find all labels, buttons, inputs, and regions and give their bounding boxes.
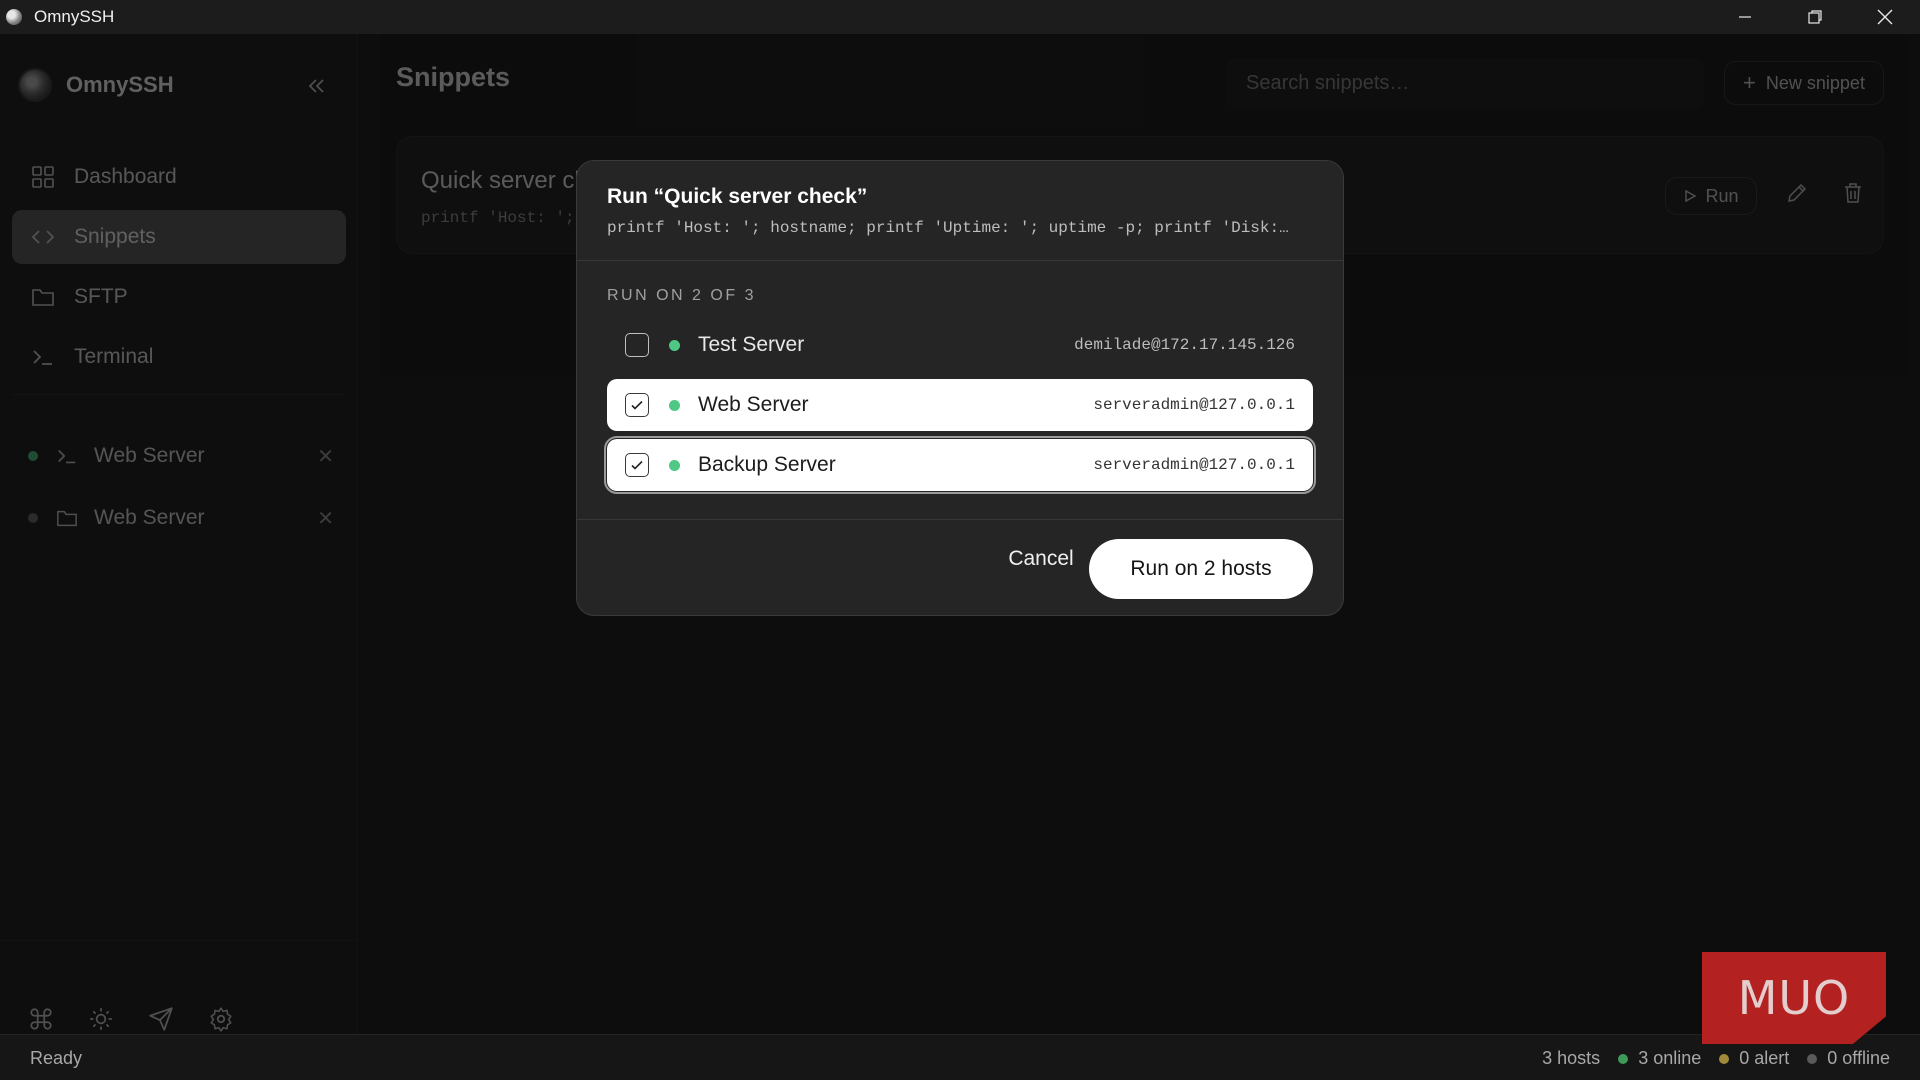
title-bar: OmnySSH: [0, 0, 1920, 34]
run-snippet-dialog: Run “Quick server check” printf 'Host: '…: [576, 160, 1344, 616]
restore-icon: [1808, 10, 1822, 24]
host-status-dot: [669, 459, 680, 471]
minimize-button[interactable]: [1710, 0, 1780, 34]
host-status-dot: [669, 339, 680, 351]
host-name: Web Server: [698, 393, 809, 416]
run-on-hosts-button[interactable]: Run on 2 hosts: [1089, 539, 1313, 599]
check-icon: [631, 460, 643, 470]
status-bar: Ready 3 hosts 3 online 0 alert 0 offline: [0, 1034, 1920, 1080]
host-name: Backup Server: [698, 453, 836, 476]
host-checkbox[interactable]: [625, 453, 649, 477]
window-title: OmnySSH: [34, 7, 115, 26]
dialog-command: printf 'Host: '; hostname; printf 'Uptim…: [607, 219, 1289, 237]
host-address: demilade@172.17.145.126: [1074, 336, 1295, 354]
host-name: Test Server: [698, 333, 805, 356]
dialog-title: Run “Quick server check”: [607, 185, 868, 208]
dialog-divider: [577, 260, 1343, 261]
minimize-icon: [1739, 16, 1751, 18]
alert-count: 0 alert: [1719, 1048, 1789, 1069]
app-icon: [6, 9, 22, 25]
host-selection-label: RUN ON 2 OF 3: [607, 287, 756, 304]
muo-watermark-logo: MUO: [1702, 952, 1886, 1044]
host-option-test-server[interactable]: Test Server demilade@172.17.145.126: [607, 319, 1313, 371]
watermark-text: MUO: [1737, 971, 1851, 1025]
online-count: 3 online: [1618, 1048, 1701, 1069]
host-address: serveradmin@127.0.0.1: [1093, 456, 1295, 474]
restore-button[interactable]: [1780, 0, 1850, 34]
close-icon: [1877, 9, 1893, 25]
host-option-backup-server[interactable]: Backup Server serveradmin@127.0.0.1: [604, 436, 1316, 494]
cancel-button[interactable]: Cancel: [981, 537, 1101, 581]
host-status-dot: [669, 399, 680, 411]
window-controls: [1710, 0, 1920, 34]
check-icon: [631, 400, 643, 410]
online-dot: [1618, 1053, 1629, 1064]
dialog-footer-divider: [577, 519, 1343, 520]
host-address: serveradmin@127.0.0.1: [1093, 396, 1295, 414]
host-option-web-server[interactable]: Web Server serveradmin@127.0.0.1: [607, 379, 1313, 431]
host-stats: 3 hosts 3 online 0 alert 0 offline: [1524, 1048, 1890, 1069]
host-checkbox[interactable]: [625, 393, 649, 417]
hosts-count: 3 hosts: [1542, 1048, 1601, 1068]
status-text: Ready: [30, 1048, 83, 1068]
host-checkbox[interactable]: [625, 333, 649, 357]
close-window-button[interactable]: [1850, 0, 1920, 34]
offline-count: 0 offline: [1807, 1048, 1890, 1069]
alert-dot: [1719, 1053, 1730, 1064]
offline-dot: [1807, 1053, 1818, 1064]
